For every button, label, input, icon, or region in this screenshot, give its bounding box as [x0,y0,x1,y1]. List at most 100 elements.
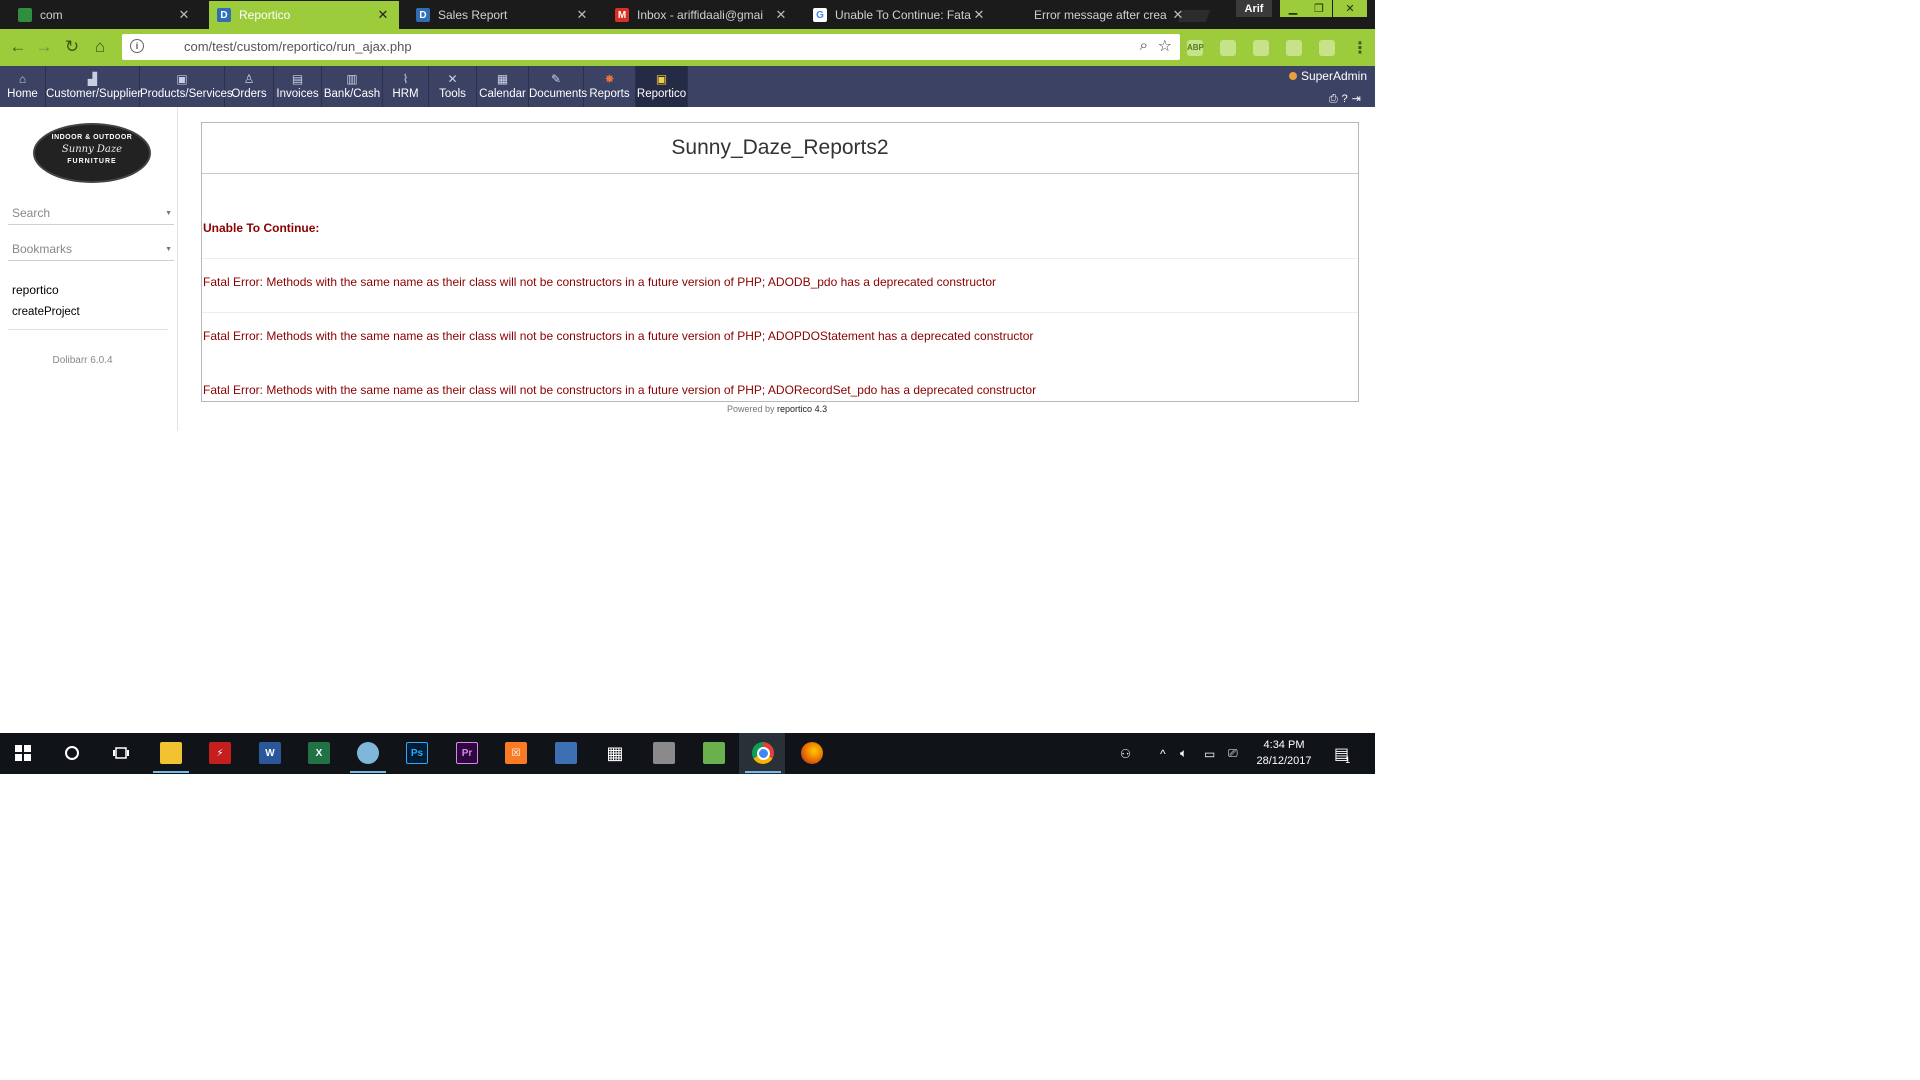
browser-tab[interactable]: M Inbox - ariffidaali@gmai ✕ [607,1,797,29]
tab-favicon-icon: D [416,8,430,22]
menu-item-label: Customer/Supplier [46,88,142,100]
tab-close-icon[interactable]: ✕ [971,7,987,23]
powered-by-link[interactable]: reportico 4.3 [777,404,827,414]
tab-title: Sales Report [438,8,508,22]
photoshop-icon[interactable]: Ps [406,742,428,764]
chevron-down-icon: ▼ [165,210,172,217]
cortana-icon[interactable] [61,742,83,764]
word-icon[interactable]: W [259,742,281,764]
windows-taskbar: ⚇ ^ 🔈︎ ▭ ⎚ 4:34 PM 28/12/2017 ▤ 1 ⚡ W X Ps P… [0,733,1375,774]
excel-icon[interactable]: X [308,742,330,764]
menu-item-reportico[interactable]: ▣ Reportico [636,66,688,107]
adblock-icon[interactable]: ABP [1187,40,1204,56]
check-extension-icon[interactable] [1319,40,1335,56]
search-icon[interactable]: ⌕ [1140,37,1148,54]
browser-tab[interactable]: G Unable To Continue: Fata ✕ [805,1,995,29]
bookmark-star-icon[interactable]: ☆ [1158,36,1172,56]
tools-icon: ✕ [447,72,458,86]
tab-title: com [40,8,63,22]
show-hidden-icons[interactable]: ^ [1160,733,1166,774]
menu-item-label: Products/Services [140,88,233,100]
bookmarks-placeholder: Bookmarks [12,242,73,256]
tab-close-icon[interactable]: ✕ [773,7,789,23]
address-bar[interactable]: i com/test/custom/reportico/run_ajax.php… [122,34,1180,60]
company-logo[interactable]: INDOOR & OUTDOOR Sunny Daze FURNITURE [33,123,151,183]
back-icon[interactable]: ← [8,37,28,57]
paint-icon[interactable] [357,742,379,764]
bookmarks-select[interactable]: Bookmarks ▼ [8,239,174,261]
network-icon[interactable] [555,742,577,764]
menu-item-tools[interactable]: ✕ Tools [429,66,477,107]
premiere-icon[interactable]: Pr [456,742,478,764]
browser-menu-icon[interactable]: ⋮ [1352,38,1368,58]
network-status-icon[interactable]: ⎚ [1228,733,1238,774]
menu-item-bank-cash[interactable]: ▥ Bank/Cash [322,66,383,107]
forward-icon[interactable]: → [34,37,54,57]
browser-tab-strip: Arif ▁ ❐ ✕ com ✕ D Reportico ✕ D Sales Report ✕… [0,0,1375,29]
profile-button[interactable]: Arif [1236,0,1272,17]
task-view-icon[interactable] [110,742,132,764]
menu-item-label: HRM [392,88,419,100]
top-right-tools: ⎙?⇥ [1329,92,1365,106]
reload-icon[interactable]: ↻ [62,37,82,57]
tab-title: Error message after crea [1034,8,1167,22]
sidebar-divider [8,329,168,330]
info-icon[interactable]: i [130,39,144,53]
menu-item-documents[interactable]: ✎ Documents [529,66,588,107]
browser-tab[interactable]: D Sales Report ✕ [408,1,598,29]
firefox-icon[interactable] [801,742,823,764]
print-icon[interactable]: ⎙ [1329,93,1342,105]
battery-icon[interactable]: ▭ [1204,733,1215,774]
help-icon[interactable]: ? [1342,93,1352,105]
sidebar-link-createproject[interactable]: createProject [12,306,80,318]
menu-item-label: Documents [529,88,588,100]
people-icon[interactable]: ⚇ [1120,733,1131,774]
orders-icon: ♙ [243,72,255,86]
flash-icon[interactable]: ⚡ [209,742,231,764]
menu-item-reports[interactable]: ✸ Reports [584,66,636,107]
xampp-icon[interactable]: ☒ [505,742,527,764]
shield-extension-icon[interactable] [1220,40,1236,56]
system-clock[interactable]: 4:34 PM 28/12/2017 [1248,737,1320,769]
logout-icon[interactable]: ⇥ [1352,93,1365,105]
running-app-indicator [350,771,386,773]
menu-item-orders[interactable]: ♙ Orders [225,66,274,107]
browser-tab[interactable]: D Reportico ✕ [209,1,399,29]
menu-item-home[interactable]: ⌂ Home [0,66,46,107]
user-menu[interactable]: SuperAdmin [1288,69,1367,83]
menu-item-label: Home [7,88,38,100]
notepad-icon[interactable] [703,742,725,764]
volume-icon[interactable]: 🔈︎ [1180,733,1187,774]
file-explorer-icon[interactable] [160,742,182,764]
tab-close-icon[interactable]: ✕ [176,7,192,23]
windows-start-icon[interactable] [12,742,34,764]
home-icon[interactable]: ⌂ [90,37,110,57]
browser-tab[interactable]: com ✕ [10,1,200,29]
sidebar-link-reportico[interactable]: reportico [12,283,59,297]
chrome-icon[interactable] [752,742,774,764]
user-status-icon [1288,72,1297,80]
action-center-icon[interactable]: ▤ 1 [1334,733,1350,774]
restore-icon[interactable]: ❐ [1306,0,1332,17]
circle-icon [65,746,79,760]
menu-item-invoices[interactable]: ▤ Invoices [274,66,322,107]
menu-item-label: Tools [439,88,466,100]
facebook-extension-icon[interactable] [1286,40,1302,56]
browser-tab[interactable]: Error message after crea ✕ [1004,1,1194,29]
menu-item-customer-supplier[interactable]: ▟ Customer/Supplier [46,66,142,107]
tab-close-icon[interactable]: ✕ [574,7,590,23]
file-manager-icon[interactable] [653,742,675,764]
tab-close-icon[interactable]: ✕ [1170,7,1186,23]
close-window-icon[interactable]: ✕ [1333,0,1367,17]
app-version: Dolibarr 6.0.4 [52,355,113,366]
search-select[interactable]: Search ▼ [8,203,174,225]
menu-item-products-services[interactable]: ▣ Products/Services [140,66,233,107]
menu-item-calendar[interactable]: ▦ Calendar [477,66,529,107]
menu-item-hrm[interactable]: ⌇ HRM [383,66,429,107]
menu-item-label: Orders [231,88,267,100]
minimize-icon[interactable]: ▁ [1280,0,1306,17]
tab-close-icon[interactable]: ✕ [375,7,391,23]
pdf-extension-icon[interactable] [1253,40,1269,56]
products-icon: ▣ [176,72,188,86]
calculator-icon[interactable]: ▦ [604,742,626,764]
